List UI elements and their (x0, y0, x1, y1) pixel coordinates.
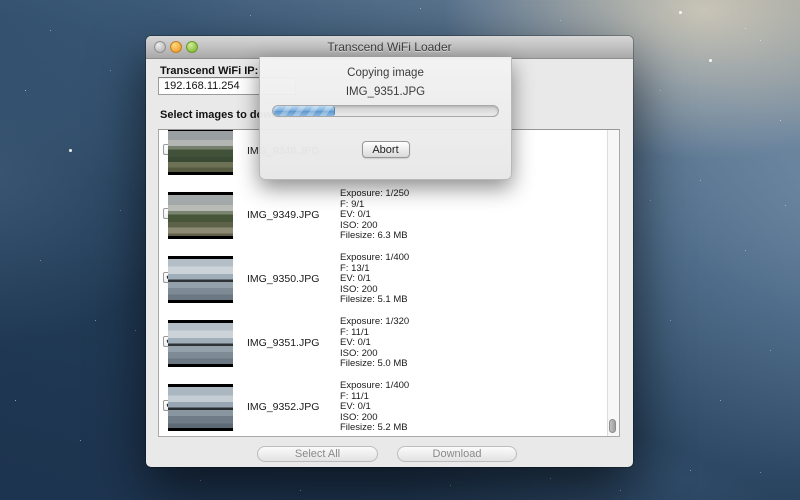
exif-info: Exposure: 1/400F: 13/1EV: 0/1ISO: 200Fil… (340, 253, 409, 306)
abort-button[interactable]: Abort (362, 141, 410, 158)
exif-info: Exposure: 1/250F: 9/1EV: 0/1ISO: 200File… (340, 189, 409, 242)
star-field (0, 0, 1, 1)
image-row: ✓IMG_9351.JPGExposure: 1/320F: 11/1EV: 0… (159, 315, 608, 379)
image-filename: IMG_9352.JPG (247, 401, 319, 413)
sheet-filename: IMG_9351.JPG (260, 86, 511, 98)
exif-line: Exposure: 1/400 (340, 381, 409, 392)
sheet-title: Copying image (260, 67, 511, 79)
select-all-button[interactable]: Select All (257, 446, 378, 462)
image-thumbnail (168, 384, 233, 431)
progress-bar (272, 105, 499, 117)
exif-line: Filesize: 5.0 MB (340, 359, 409, 370)
exif-line: Filesize: 5.1 MB (340, 295, 409, 306)
exif-line: Exposure: 1/320 (340, 317, 409, 328)
scrollbar-thumb[interactable] (609, 419, 616, 433)
exif-info: Exposure: 1/400F: 11/1EV: 0/1ISO: 200Fil… (340, 381, 409, 434)
exif-line: Exposure: 1/250 (340, 189, 409, 200)
image-row: IMG_9349.JPG Exposure: 1/250F: 9/1EV: 0/1… (159, 187, 608, 251)
progress-fill (273, 106, 335, 116)
window-title: Transcend WiFi Loader (146, 40, 633, 54)
window-titlebar[interactable]: Transcend WiFi Loader (146, 36, 633, 59)
image-thumbnail (168, 320, 233, 367)
image-filename: IMG_9351.JPG (247, 337, 319, 349)
exif-line: Exposure: 1/400 (340, 253, 409, 264)
exif-line: Filesize: 5.2 MB (340, 423, 409, 434)
image-thumbnail (168, 130, 233, 175)
app-window: Transcend WiFi Loader Transcend WiFi IP:… (146, 36, 633, 467)
download-button[interactable]: Download (397, 446, 517, 462)
image-row: ✓IMG_9352.JPGExposure: 1/400F: 11/1EV: 0… (159, 379, 608, 436)
scrollbar-track[interactable] (607, 130, 619, 436)
image-row: ✓IMG_9350.JPGExposure: 1/400F: 13/1EV: 0… (159, 251, 608, 315)
exif-line: Filesize: 6.3 MB (340, 231, 409, 242)
exif-info: Exposure: 1/320F: 11/1EV: 0/1ISO: 200Fil… (340, 317, 409, 370)
image-thumbnail (168, 192, 233, 239)
copy-progress-sheet: Copying image IMG_9351.JPG Abort (259, 57, 512, 180)
ip-label: Transcend WiFi IP: (160, 65, 258, 77)
image-thumbnail (168, 256, 233, 303)
image-filename: IMG_9349.JPG (247, 209, 319, 221)
image-filename: IMG_9350.JPG (247, 273, 319, 285)
